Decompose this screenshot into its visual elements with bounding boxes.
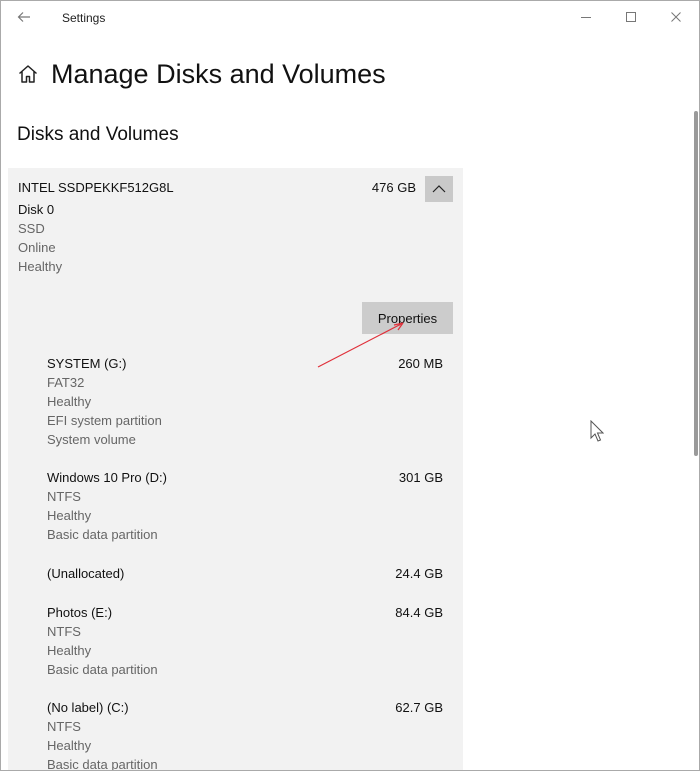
disk-health: Healthy <box>18 259 63 274</box>
disk-number: Disk 0 <box>18 202 55 217</box>
app-title: Settings <box>62 11 106 25</box>
volume-size: 301 GB <box>398 470 443 485</box>
volume-item[interactable]: (Unallocated) 24.4 GB <box>47 566 443 584</box>
page-header: Manage Disks and Volumes <box>17 57 386 91</box>
volume-name: (Unallocated) <box>47 566 125 581</box>
volume-item[interactable]: Photos (E:) 84.4 GB NTFS Healthy Basic d… <box>47 605 443 677</box>
back-arrow-icon <box>17 12 30 22</box>
maximize-icon <box>626 12 636 22</box>
volume-health: Healthy <box>47 394 92 409</box>
disk-panel: INTEL SSDPEKKF512G8L 476 GB Disk 0 SSD O… <box>8 168 463 771</box>
mouse-cursor-icon <box>590 420 604 442</box>
maximize-button[interactable] <box>608 5 654 29</box>
minimize-button[interactable] <box>563 5 609 29</box>
volume-name: SYSTEM (G:) <box>47 356 127 371</box>
close-icon <box>671 12 681 22</box>
disk-size: 476 GB <box>371 180 416 195</box>
section-title: Disks and Volumes <box>17 124 179 145</box>
volume-item[interactable]: (No label) (C:) 62.7 GB NTFS Healthy Bas… <box>47 700 443 771</box>
volume-filesystem: NTFS <box>47 489 81 504</box>
chevron-up-icon <box>432 185 446 193</box>
volume-size: 62.7 GB <box>395 700 443 715</box>
close-button[interactable] <box>653 5 699 29</box>
volume-filesystem: NTFS <box>47 719 81 734</box>
volume-health: Healthy <box>47 508 92 523</box>
home-icon[interactable] <box>17 63 39 85</box>
volume-filesystem: FAT32 <box>47 375 85 390</box>
annotation-arrow-icon <box>317 322 404 368</box>
volume-health: Healthy <box>47 643 92 658</box>
volume-health: Healthy <box>47 738 92 753</box>
disk-status: Online <box>18 240 56 255</box>
volume-partition-type: Basic data partition <box>47 527 158 542</box>
collapse-button[interactable] <box>425 176 453 202</box>
title-bar: Settings <box>1 1 699 34</box>
page-title: Manage Disks and Volumes <box>51 58 386 89</box>
volume-role: System volume <box>47 432 136 447</box>
volume-name: (No label) (C:) <box>47 700 129 715</box>
settings-window: Settings Manage Disks and Volumes Disks … <box>0 0 700 771</box>
volume-filesystem: NTFS <box>47 624 81 639</box>
volume-partition-type: Basic data partition <box>47 757 158 771</box>
back-button[interactable] <box>13 7 35 27</box>
volume-partition-type: Basic data partition <box>47 662 158 677</box>
minimize-icon <box>581 17 591 18</box>
disk-name: INTEL SSDPEKKF512G8L <box>18 180 174 195</box>
volume-size: 24.4 GB <box>395 566 443 581</box>
volume-name: Windows 10 Pro (D:) <box>47 470 167 485</box>
volume-item[interactable]: Windows 10 Pro (D:) 301 GB NTFS Healthy … <box>47 470 443 542</box>
disk-type: SSD <box>18 221 45 236</box>
volume-partition-type: EFI system partition <box>47 413 162 428</box>
volume-size: 84.4 GB <box>395 605 443 620</box>
volume-name: Photos (E:) <box>47 605 113 620</box>
scrollbar[interactable] <box>694 111 698 456</box>
